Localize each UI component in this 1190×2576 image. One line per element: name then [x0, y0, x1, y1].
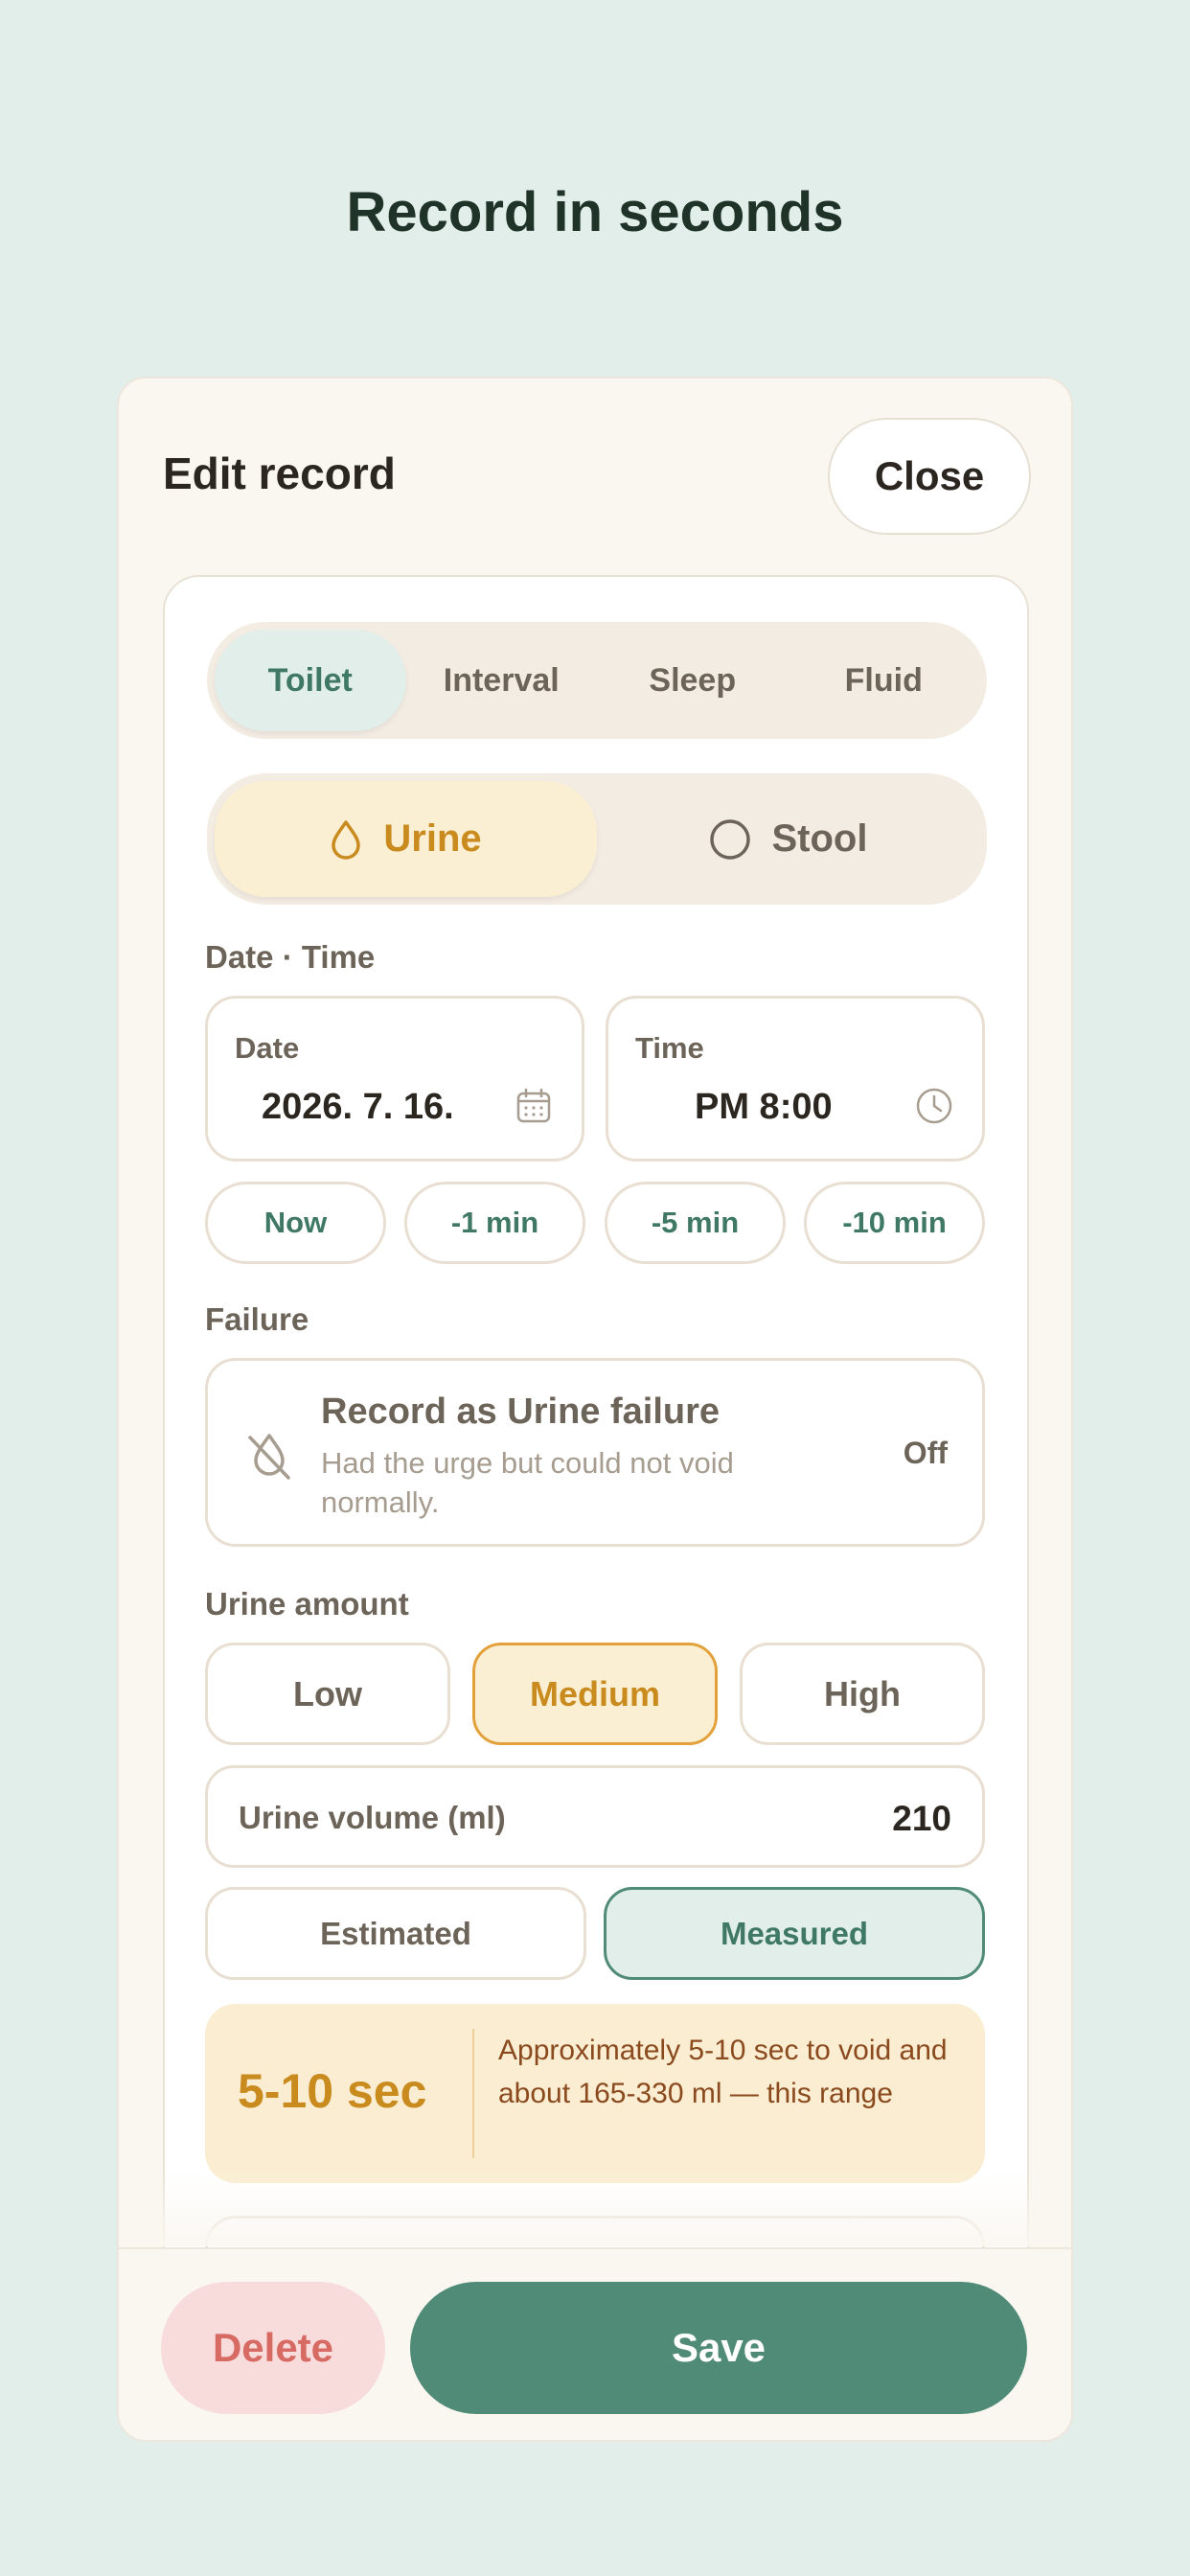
minus-10-min-button[interactable]: -10 min [804, 1182, 985, 1264]
minus-5-min-button[interactable]: -5 min [605, 1182, 786, 1264]
no-drop-icon [248, 1434, 290, 1480]
urine-toggle-button[interactable]: Urine [215, 781, 597, 897]
clock-icon [916, 1088, 952, 1124]
tab-sleep[interactable]: Sleep [597, 630, 789, 731]
circle-icon [709, 818, 750, 860]
date-field-value: 2026. 7. 16. [262, 1087, 454, 1127]
amount-low-button[interactable]: Low [205, 1643, 450, 1745]
failure-toggle-row[interactable]: Record as Urine failure Had the urge but… [205, 1358, 985, 1547]
measured-button[interactable]: Measured [604, 1887, 985, 1980]
failure-description: Had the urge but could not void normally… [321, 1446, 734, 1519]
tab-toilet[interactable]: Toilet [215, 630, 406, 731]
failure-title: Record as Urine failure [321, 1392, 721, 1432]
urine-volume-label: Urine volume (ml) [239, 1800, 506, 1835]
failure-state: Off [903, 1436, 948, 1470]
scroll-fade [119, 2170, 1071, 2246]
tab-fluid[interactable]: Fluid [789, 630, 980, 731]
urine-toggle-label: Urine [383, 817, 482, 860]
delete-button[interactable]: Delete [161, 2282, 385, 2414]
estimated-button[interactable]: Estimated [205, 1887, 586, 1980]
time-field[interactable]: Time PM 8:00 [606, 996, 985, 1162]
save-button[interactable]: Save [410, 2282, 1027, 2414]
category-tabs: Toilet Interval Sleep Fluid [207, 622, 987, 739]
time-field-value: PM 8:00 [695, 1087, 833, 1127]
date-field[interactable]: Date 2026. 7. 16. [205, 996, 584, 1162]
stool-toggle-label: Stool [771, 817, 868, 860]
sheet-title: Edit record [163, 448, 396, 498]
calendar-icon [516, 1088, 551, 1123]
kind-toggle: Urine Stool [207, 773, 987, 905]
drop-icon [332, 819, 361, 860]
close-button[interactable]: Close [828, 418, 1031, 535]
tab-interval[interactable]: Interval [406, 630, 598, 731]
amount-medium-button[interactable]: Medium [472, 1643, 718, 1745]
date-field-label: Date [235, 1031, 300, 1065]
urine-volume-field[interactable]: Urine volume (ml) 210 [205, 1765, 985, 1868]
urine-volume-value: 210 [892, 1799, 951, 1838]
sheet-footer: Delete Save [119, 2247, 1071, 2440]
minus-1-min-button[interactable]: -1 min [404, 1182, 585, 1264]
now-button[interactable]: Now [205, 1182, 386, 1264]
page-headline: Record in seconds [346, 181, 844, 243]
amount-high-button[interactable]: High [740, 1643, 985, 1745]
time-field-label: Time [635, 1031, 704, 1065]
stool-toggle-button[interactable]: Stool [597, 781, 979, 897]
